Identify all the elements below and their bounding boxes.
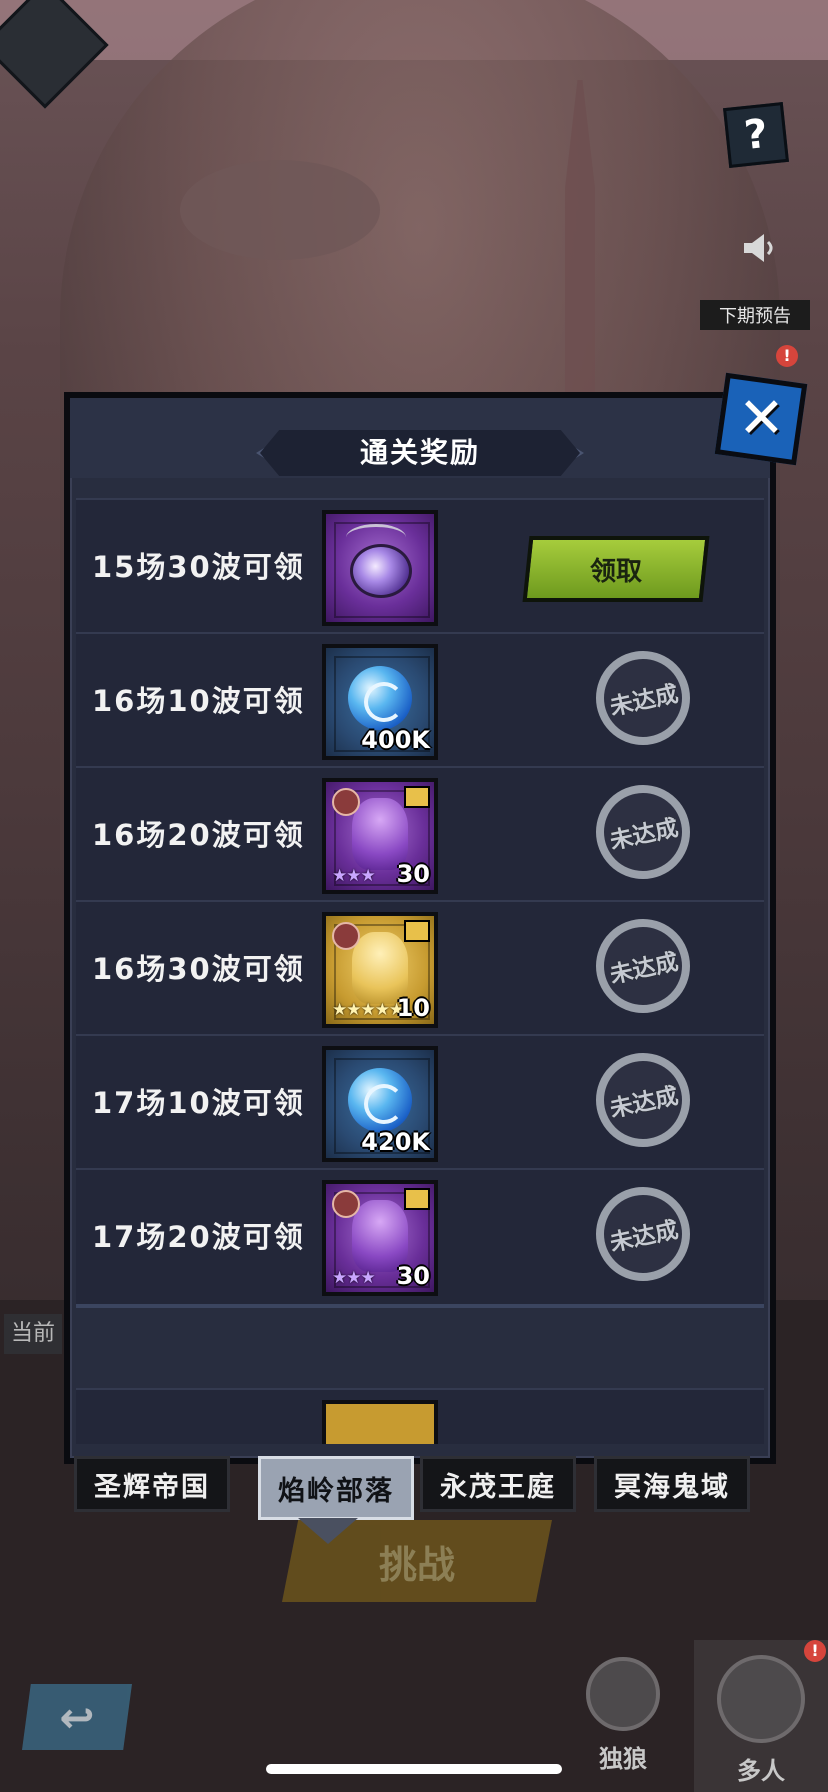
reward-list[interactable]: 15场30波可领 领取 16场10波可领 400K 未达成 16场20波可领 ★…	[76, 498, 764, 1444]
faction-medal-icon	[332, 922, 360, 950]
reward-item-partial[interactable]	[322, 1400, 438, 1444]
item-quantity: 30	[396, 860, 430, 888]
orb-swirl	[364, 1084, 404, 1124]
reward-item-orb[interactable]: 420K	[322, 1046, 438, 1162]
scene-airship	[180, 160, 380, 260]
notification-badge: !	[804, 1640, 826, 1662]
mode-solo-label: 独狼	[599, 1745, 647, 1773]
tab-shenghui-empire[interactable]: 圣辉帝国	[74, 1456, 230, 1512]
back-button[interactable]: ↩	[22, 1684, 132, 1750]
faction-medal-icon	[332, 1190, 360, 1218]
reward-row: 17场10波可领 420K 未达成	[76, 1034, 764, 1174]
fragment-puzzle-icon	[404, 920, 430, 942]
reward-item-hero-fragment[interactable]: ★★★★★ 10	[322, 912, 438, 1028]
not-achieved-stamp: 未达成	[596, 1053, 690, 1147]
stamp-label: 未达成	[607, 1083, 681, 1123]
close-icon: ✕	[737, 385, 785, 451]
star-rating: ★★★★★	[332, 1000, 404, 1020]
fragment-puzzle-icon	[404, 786, 430, 808]
reward-row: 16场30波可领 ★★★★★ 10 未达成	[76, 900, 764, 1040]
current-stage-label: 当前	[4, 1314, 62, 1354]
reward-condition: 16场30波可领	[92, 952, 305, 986]
mode-multi-label: 多人	[737, 1757, 785, 1785]
modal-title: 通关奖励	[359, 436, 480, 469]
item-quantity: 400K	[361, 726, 430, 754]
faction-medal-icon	[332, 788, 360, 816]
notification-badge: !	[776, 345, 798, 367]
home-indicator[interactable]	[266, 1764, 562, 1774]
orb-swirl	[364, 682, 404, 722]
reward-item-hero-fragment[interactable]: ★★★ 30	[322, 1180, 438, 1296]
tab-yanling-tribe[interactable]: 焰岭部落	[258, 1456, 414, 1520]
item-quantity: 10	[396, 994, 430, 1022]
multi-emblem-icon	[717, 1655, 805, 1743]
reward-row-partial	[76, 1388, 764, 1444]
reward-condition: 17场20波可领	[92, 1220, 305, 1254]
reward-row: 16场20波可领 ★★★ 30 未达成	[76, 766, 764, 906]
item-quantity: 30	[396, 1262, 430, 1290]
reward-condition: 15场30波可领	[92, 550, 305, 584]
stamp-label: 未达成	[607, 949, 681, 989]
not-achieved-stamp: 未达成	[596, 785, 690, 879]
reward-condition: 17场10波可领	[92, 1086, 305, 1120]
mode-solo-button[interactable]: 独狼	[568, 1650, 678, 1780]
claim-label: 领取	[589, 556, 642, 587]
reward-condition: 16场20波可领	[92, 818, 305, 852]
not-achieved-stamp: 未达成	[596, 651, 690, 745]
return-arrow-icon: ↩	[59, 1692, 95, 1742]
stamp-label: 未达成	[607, 815, 681, 855]
reward-row: 17场20波可领 ★★★ 30 未达成	[76, 1168, 764, 1308]
fragment-puzzle-icon	[404, 1188, 430, 1210]
preview-label: 下期预告	[700, 300, 810, 330]
tab-yongmao-court[interactable]: 永茂王庭	[420, 1456, 576, 1512]
tab-minghai-realm[interactable]: 冥海鬼域	[594, 1456, 750, 1512]
reward-row: 15场30波可领 领取	[76, 498, 764, 638]
megaphone-icon	[738, 228, 778, 268]
star-rating: ★★★	[332, 1268, 376, 1288]
reward-item-hero-fragment[interactable]: ★★★ 30	[322, 778, 438, 894]
wolf-emblem-icon	[586, 1657, 660, 1731]
item-quantity: 420K	[361, 1128, 430, 1156]
not-achieved-stamp: 未达成	[596, 1187, 690, 1281]
help-button[interactable]: ?	[723, 102, 789, 168]
rewards-modal: 通关奖励 15场30波可领 领取 16场10波可领 400K 未达成 16场20…	[64, 392, 776, 1464]
reward-item-pendant[interactable]	[322, 510, 438, 626]
mode-multi-button[interactable]: 多人	[694, 1640, 828, 1792]
reward-condition: 16场10波可领	[92, 684, 305, 718]
not-achieved-stamp: 未达成	[596, 919, 690, 1013]
close-button[interactable]: ✕	[714, 372, 808, 466]
claim-button[interactable]: 领取	[522, 536, 710, 602]
reward-row: 16场10波可领 400K 未达成	[76, 632, 764, 772]
question-icon: ?	[742, 110, 770, 160]
stamp-label: 未达成	[607, 681, 681, 721]
pendant-icon	[350, 544, 412, 598]
star-rating: ★★★	[332, 866, 376, 886]
reward-item-orb[interactable]: 400K	[322, 644, 438, 760]
faction-tabs: 圣辉帝国 焰岭部落 永茂王庭 冥海鬼域	[74, 1456, 754, 1520]
stamp-label: 未达成	[607, 1217, 681, 1257]
